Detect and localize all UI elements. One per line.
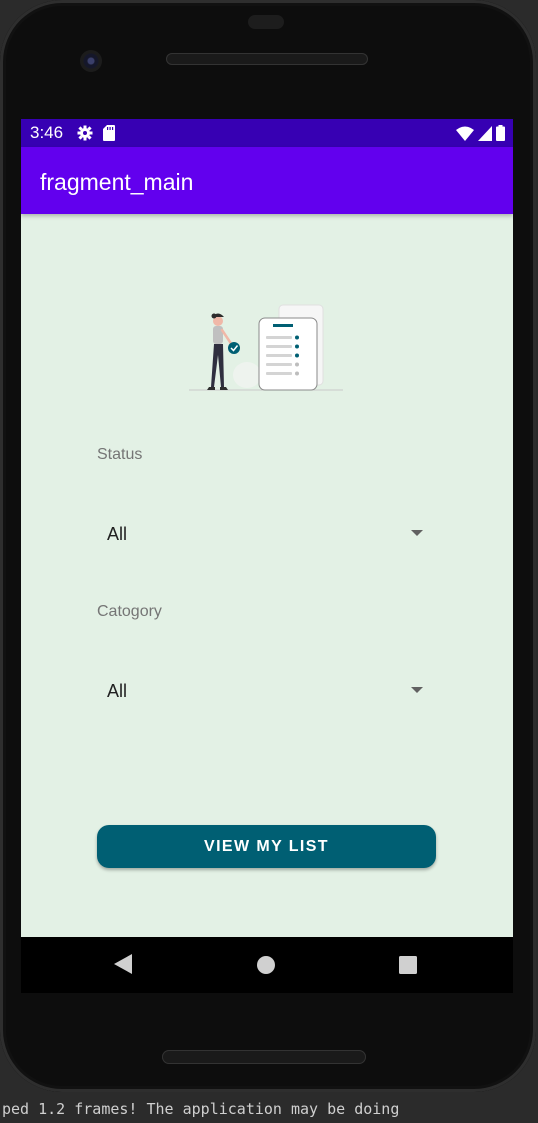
category-selected-value: All bbox=[107, 681, 128, 701]
chevron-down-icon bbox=[411, 530, 423, 536]
status-label: Status bbox=[97, 446, 143, 463]
top-speaker-grille bbox=[166, 53, 368, 65]
app-bar: fragment_main bbox=[21, 147, 513, 214]
recents-icon[interactable] bbox=[399, 956, 417, 974]
ide-console-log: ped 1.2 frames! The application may be d… bbox=[0, 1096, 538, 1123]
chevron-down-icon bbox=[411, 687, 423, 693]
back-icon[interactable] bbox=[114, 954, 132, 974]
bottom-speaker-grille bbox=[162, 1050, 366, 1064]
battery-icon bbox=[496, 125, 505, 141]
front-camera bbox=[80, 50, 102, 72]
status-spinner[interactable]: All bbox=[97, 511, 423, 555]
status-icons-left bbox=[77, 125, 115, 141]
phone-top-notch bbox=[248, 15, 284, 29]
view-my-list-button[interactable]: VIEW MY LIST bbox=[97, 825, 436, 868]
checklist-illustration bbox=[189, 304, 343, 391]
phone-frame: 3:46 fragment_main Status All Catogory A… bbox=[0, 0, 536, 1092]
app-title: fragment_main bbox=[40, 169, 194, 195]
gear-icon bbox=[77, 125, 93, 141]
category-label: Catogory bbox=[97, 603, 162, 620]
status-time: 3:46 bbox=[30, 123, 64, 142]
device-screen: 3:46 fragment_main Status All Catogory A… bbox=[21, 119, 513, 937]
wifi-icon bbox=[456, 126, 474, 141]
sd-card-icon bbox=[103, 125, 115, 141]
navigation-bar bbox=[21, 937, 513, 993]
status-bar: 3:46 bbox=[21, 119, 513, 147]
status-icons-right bbox=[456, 125, 505, 141]
category-spinner[interactable]: All bbox=[97, 668, 423, 712]
status-selected-value: All bbox=[107, 524, 128, 544]
home-icon[interactable] bbox=[257, 956, 275, 974]
cell-signal-icon bbox=[478, 125, 492, 141]
